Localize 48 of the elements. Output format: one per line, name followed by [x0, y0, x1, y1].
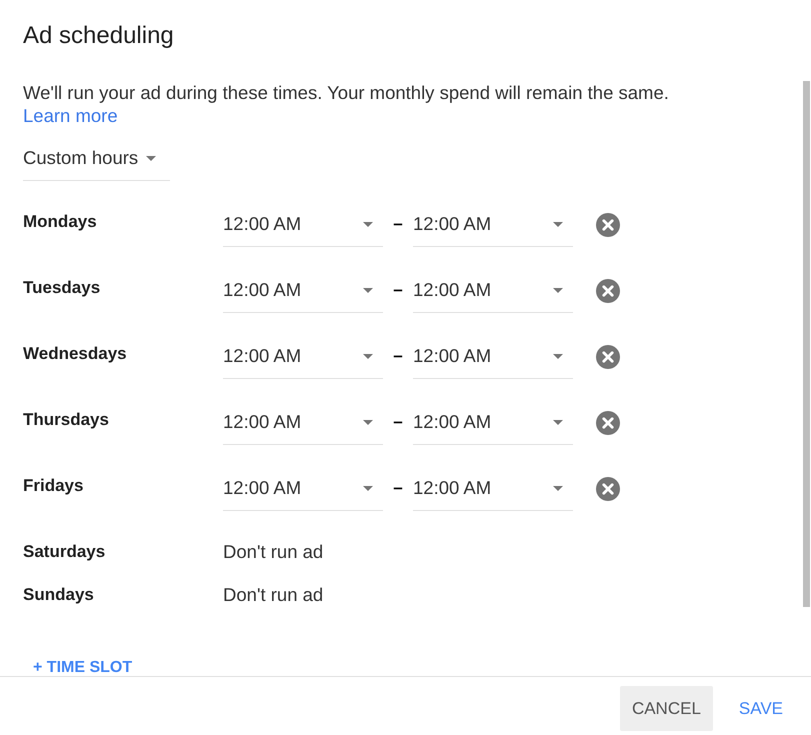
dropdown-caret-icon	[553, 486, 563, 490]
start-time-select[interactable]: 12:00 AM	[223, 475, 383, 511]
dropdown-caret-icon	[553, 222, 563, 226]
start-time-select[interactable]: 12:00 AM	[223, 277, 383, 313]
end-time-select[interactable]: 12:00 AM	[413, 277, 573, 313]
day-label: Thursdays	[23, 409, 109, 431]
end-time-select[interactable]: 12:00 AM	[413, 343, 573, 379]
dropdown-caret-icon	[363, 222, 373, 226]
save-button[interactable]: SAVE	[726, 686, 795, 731]
day-label: Mondays	[23, 211, 97, 233]
dropdown-caret-icon	[363, 354, 373, 358]
cancel-button[interactable]: CANCEL	[620, 686, 713, 731]
remove-icon[interactable]	[596, 213, 620, 237]
range-dash: –	[392, 411, 404, 433]
range-dash: –	[392, 279, 404, 301]
dropdown-caret-icon	[553, 288, 563, 292]
start-time-select[interactable]: 12:00 AM	[223, 343, 383, 379]
day-label: Saturdays	[23, 541, 106, 563]
day-label: Tuesdays	[23, 277, 100, 299]
range-dash: –	[392, 213, 404, 235]
remove-icon[interactable]	[596, 477, 620, 501]
schedule-type-dropdown[interactable]: Custom hours	[23, 145, 170, 181]
add-time-slot-button[interactable]: + TIME SLOT	[33, 661, 132, 675]
day-status: Don't run ad	[223, 584, 324, 606]
range-dash: –	[392, 345, 404, 367]
dropdown-caret-icon	[146, 156, 156, 160]
dropdown-caret-icon	[363, 288, 373, 292]
dropdown-caret-icon	[363, 420, 373, 424]
start-time-select[interactable]: 12:00 AM	[223, 211, 383, 247]
end-time-select[interactable]: 12:00 AM	[413, 211, 573, 247]
remove-icon[interactable]	[596, 411, 620, 435]
dialog-title: Ad scheduling	[23, 22, 174, 50]
day-label: Fridays	[23, 475, 84, 497]
day-label: Wednesdays	[23, 343, 127, 365]
dropdown-caret-icon	[553, 354, 563, 358]
remove-icon[interactable]	[596, 279, 620, 303]
learn-more-link[interactable]: Learn more	[23, 105, 118, 126]
dropdown-caret-icon	[553, 420, 563, 424]
scrollbar-thumb[interactable]	[803, 81, 810, 607]
remove-icon[interactable]	[596, 345, 620, 369]
start-time-select[interactable]: 12:00 AM	[223, 409, 383, 445]
day-label: Sundays	[23, 584, 94, 606]
description-text: We'll run your ad during these times. Your monthly spend will remain the same. Learn more	[23, 81, 670, 127]
day-status: Don't run ad	[223, 541, 324, 563]
range-dash: –	[392, 477, 404, 499]
end-time-select[interactable]: 12:00 AM	[413, 475, 573, 511]
end-time-select[interactable]: 12:00 AM	[413, 409, 573, 445]
dropdown-caret-icon	[363, 486, 373, 490]
